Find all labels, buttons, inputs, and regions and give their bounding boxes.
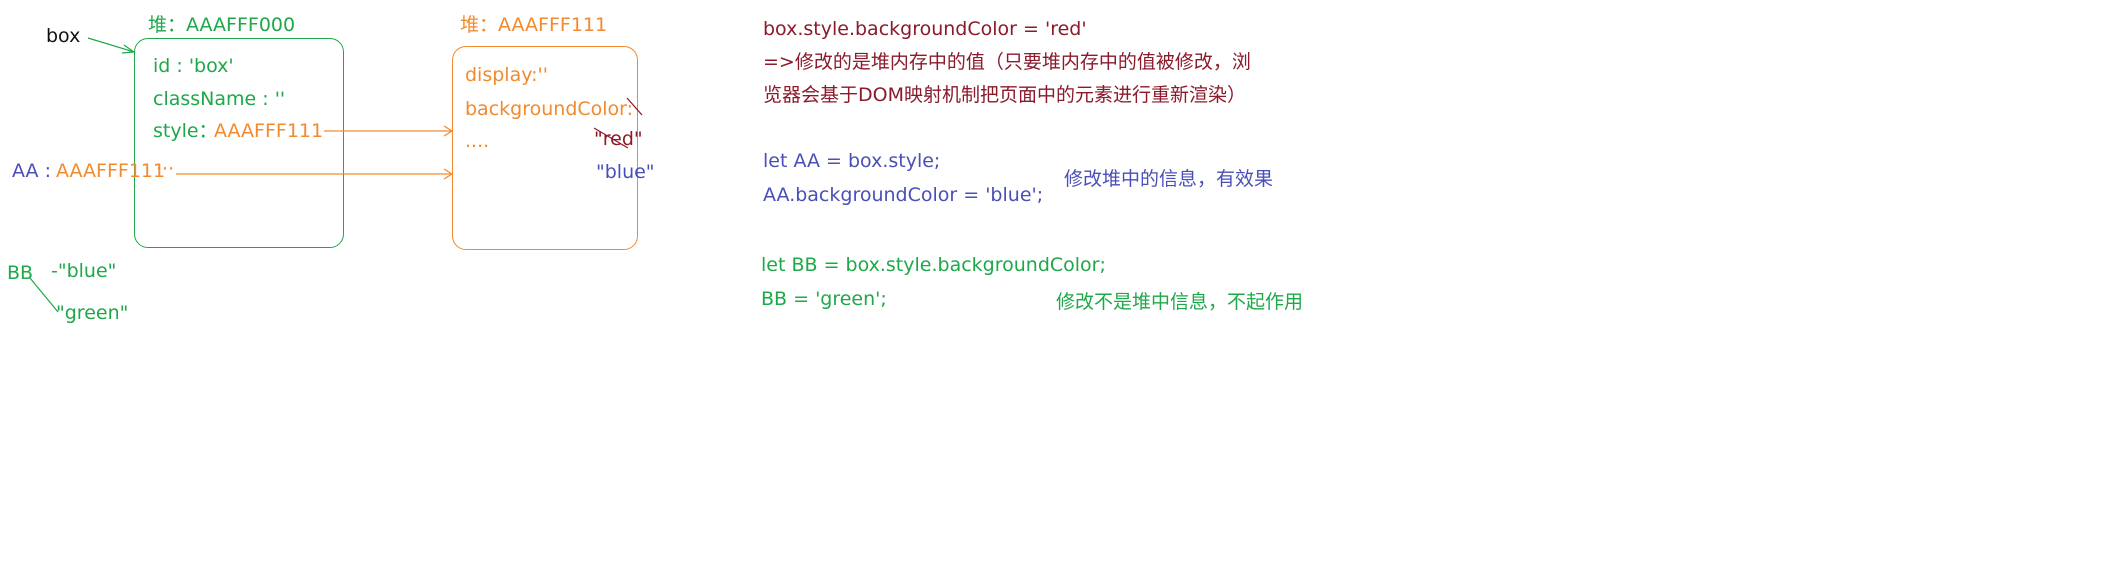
heap2-title: 堆：AAAFFF111	[460, 14, 608, 36]
bb-variable-label: BB	[7, 262, 34, 284]
heap1-title: 堆：AAAFFF000	[148, 14, 296, 36]
heap2-value-blue: "blue"	[596, 161, 655, 183]
aa-variable-dots: ···	[156, 158, 175, 180]
heap2-prop-more: ....	[465, 130, 490, 152]
heap2-value-red: "red"	[594, 128, 643, 150]
heap2-prop-backgroundcolor: backgroundColor:	[465, 98, 634, 120]
bb-code-line-1: let BB = box.style.backgroundColor;	[761, 254, 1106, 276]
heap1-prop-id: id : 'box'	[153, 55, 234, 77]
aa-code-line-2: AA.backgroundColor = 'blue';	[763, 184, 1044, 206]
explain-line-2: =>修改的是堆内存中的值（只要堆内存中的值被修改，浏	[763, 51, 1251, 73]
bb-value-blue: -"blue"	[51, 260, 117, 282]
heap1-prop-style-key: style：	[153, 120, 218, 142]
aa-variable-label: AA :	[12, 160, 51, 182]
heap1-prop-style-value: AAAFFF111	[214, 120, 324, 142]
line-bb-to-green	[29, 277, 59, 313]
bb-value-green: "green"	[56, 302, 129, 324]
aa-code-line-1: let AA = box.style;	[763, 150, 941, 172]
bb-code-line-2: BB = 'green';	[761, 288, 887, 310]
bb-note: 修改不是堆中信息，不起作用	[1056, 291, 1304, 313]
explain-line-1: box.style.backgroundColor = 'red'	[763, 18, 1087, 40]
heap1-prop-classname: className : ''	[153, 88, 286, 110]
box-variable-label: box	[46, 25, 81, 47]
heap2-prop-display: display:''	[465, 64, 548, 86]
explain-line-3: 览器会基于DOM映射机制把页面中的元素进行重新渲染）	[763, 84, 1246, 106]
aa-note: 修改堆中的信息，有效果	[1064, 168, 1274, 190]
aa-variable-value: AAAFFF111	[56, 160, 166, 182]
arrow-box-to-heap1	[87, 37, 135, 53]
